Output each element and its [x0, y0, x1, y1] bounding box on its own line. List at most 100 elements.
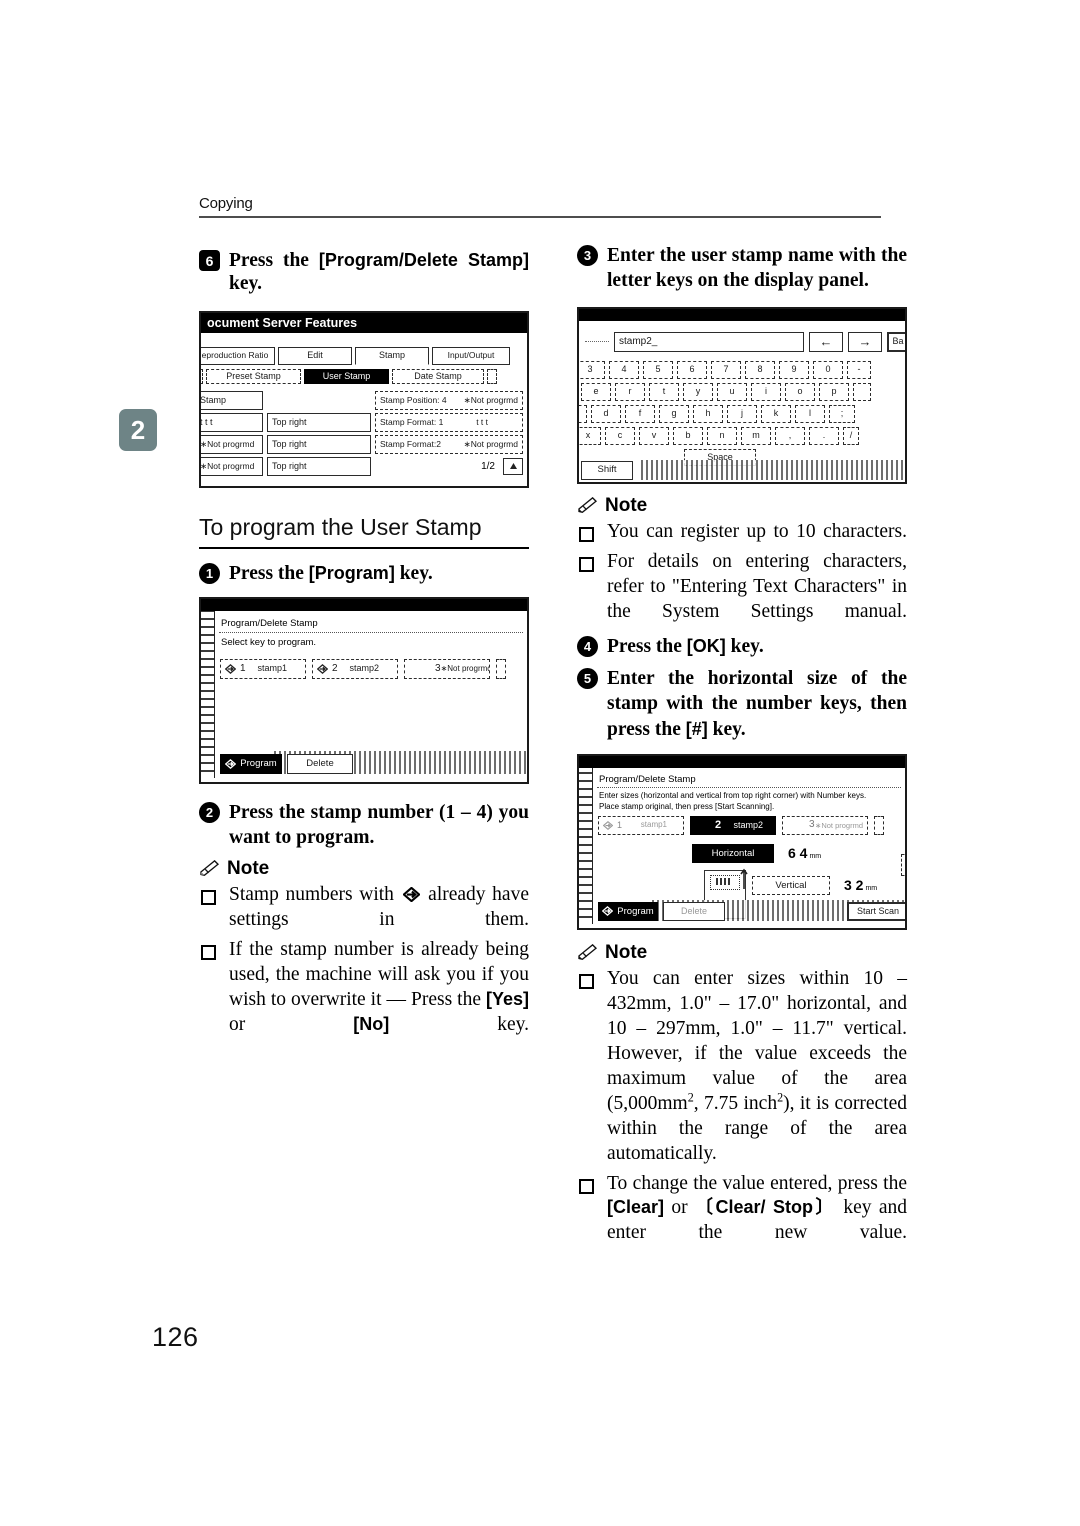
backspace-key[interactable]: Ba	[887, 331, 905, 352]
step-text-before: Press the	[607, 635, 687, 657]
key-0[interactable]: 0	[813, 360, 843, 379]
step-text-after: key.	[725, 635, 764, 657]
key-o[interactable]: o	[785, 382, 815, 401]
key-comma[interactable]: ,	[775, 426, 805, 445]
key-9[interactable]: 9	[779, 360, 809, 379]
program-button[interactable]: Program	[220, 753, 282, 774]
key-c[interactable]: c	[605, 426, 635, 445]
tab-stamp[interactable]: Stamp	[355, 346, 429, 365]
tab-edit[interactable]: Edit	[278, 346, 352, 365]
subtab-user-stamp[interactable]: User Stamp	[304, 368, 389, 384]
key-4[interactable]: 4	[609, 360, 639, 379]
subtab-scroll-right[interactable]	[487, 368, 497, 384]
key-h[interactable]: h	[693, 404, 723, 423]
stamp-name-input[interactable]: stamp2_	[614, 331, 804, 352]
stamp-key-3[interactable]: 3 ∗Not progrmd	[404, 658, 490, 679]
subtab-preset-stamp[interactable]: Preset Stamp	[206, 368, 301, 384]
bullet-box-icon	[579, 526, 594, 542]
program-button-label: Program	[617, 905, 654, 917]
stamp-key-3[interactable]: 3 ∗Not progrmd	[782, 815, 868, 835]
key-y[interactable]: y	[683, 382, 713, 401]
stamp-text-cell[interactable]: t t t	[201, 412, 263, 432]
key-r[interactable]: r	[615, 382, 645, 401]
side-scroll-key[interactable]	[901, 853, 905, 876]
key-slash[interactable]: /	[843, 426, 859, 445]
step-badge: 2	[199, 801, 220, 823]
key-7[interactable]: 7	[711, 360, 741, 379]
stamp-name-value: stamp2_	[619, 335, 658, 347]
delete-button[interactable]: Delete	[663, 901, 725, 921]
key-3[interactable]: 3	[579, 360, 605, 379]
subtab-date-stamp[interactable]: Date Stamp	[392, 368, 484, 384]
tab-reproduction-ratio[interactable]: eproduction Ratio	[201, 346, 275, 365]
key-period[interactable]: .	[809, 426, 839, 445]
cursor-left-icon[interactable]: ←	[809, 331, 843, 352]
key-6[interactable]: 6	[677, 360, 707, 379]
cursor-right-icon[interactable]: →	[848, 331, 882, 352]
stamp-key-number: 1	[240, 662, 246, 674]
horizontal-button[interactable]: Horizontal	[692, 843, 774, 863]
stamp-position-cell[interactable]: Stamp Position: 4 ∗Not progrmd	[375, 390, 523, 410]
stamp-key-1[interactable]: 1 stamp1	[220, 658, 306, 679]
key-g[interactable]: g	[659, 404, 689, 423]
key-i[interactable]: i	[751, 382, 781, 401]
key-e[interactable]: e	[581, 382, 611, 401]
key-5[interactable]: 5	[643, 360, 673, 379]
tab-input-output[interactable]: Input/Output	[432, 346, 510, 365]
row-scroll-right[interactable]	[527, 413, 529, 432]
key-hyphen[interactable]: -	[847, 360, 871, 379]
stamp-key-scroll[interactable]	[874, 815, 884, 835]
delete-button[interactable]: Delete	[287, 753, 353, 774]
row-scroll-right[interactable]	[527, 435, 529, 454]
running-head-label: Copying	[199, 195, 253, 212]
start-scanning-button[interactable]: Start Scan	[847, 901, 905, 921]
figure-stamp-sizes: Program/Delete Stamp Enter sizes (horizo…	[577, 753, 907, 930]
key-semicolon[interactable]: ;	[829, 404, 855, 423]
key-a-partial[interactable]	[579, 404, 587, 423]
key-l[interactable]: l	[795, 404, 825, 423]
stamp-pos-cell[interactable]: Top right	[267, 412, 371, 432]
panel-title-rule	[597, 786, 901, 789]
stamp-text-cell[interactable]: ∗Not progrmd	[201, 434, 263, 454]
bullet-box-icon	[579, 556, 594, 572]
row-scroll-right[interactable]	[527, 391, 529, 410]
stamp-key-2[interactable]: 2 stamp2	[312, 658, 398, 679]
stamp-key-number: 2	[332, 662, 338, 674]
key-k[interactable]: k	[761, 404, 791, 423]
stamp-key-scroll[interactable]	[496, 658, 506, 679]
key-p[interactable]: p	[819, 382, 849, 401]
key-x[interactable]: x	[579, 426, 601, 445]
stamp-pos-cell[interactable]: Top right	[267, 456, 371, 476]
key-b[interactable]: b	[673, 426, 703, 445]
panel-title-rule	[219, 631, 523, 634]
key-d[interactable]: d	[591, 404, 621, 423]
key-t[interactable]: t	[649, 382, 679, 401]
key-m[interactable]: m	[741, 426, 771, 445]
key-u[interactable]: u	[717, 382, 747, 401]
stamp-key-1[interactable]: 1 stamp1	[598, 815, 684, 835]
stamp-pos-cell[interactable]: Top right	[267, 434, 371, 454]
settings-row: t t t Top right Stamp Format: 1 t t t	[201, 412, 529, 432]
key-v[interactable]: v	[639, 426, 669, 445]
triangle-up-icon[interactable]	[503, 457, 523, 475]
figure-body: Program/Delete Stamp Enter sizes (horizo…	[579, 767, 905, 924]
stamp-format2-cell[interactable]: Stamp Format:2 ∗Not progrmd	[375, 434, 523, 454]
stamp-format1-cell[interactable]: Stamp Format: 1 t t t	[375, 412, 523, 432]
subtab-scroll-left[interactable]	[201, 368, 203, 384]
keyboard-row-bottom: x c v b n m , . /	[579, 426, 905, 445]
program-button[interactable]: Program	[598, 901, 658, 921]
stamp-key-2[interactable]: 2 stamp2	[690, 815, 776, 835]
key-j[interactable]: j	[727, 404, 757, 423]
vertical-button[interactable]: Vertical	[752, 875, 830, 895]
stamp-label-cell[interactable]: Stamp	[201, 390, 263, 410]
stamp-text-cell[interactable]: ∗Not progrmd	[201, 456, 263, 476]
shift-key[interactable]: Shift	[581, 460, 633, 480]
stamp-key-name: stamp1	[640, 820, 667, 830]
figure-titlebar	[201, 598, 527, 611]
key-n[interactable]: n	[707, 426, 737, 445]
key-f[interactable]: f	[625, 404, 655, 423]
stamp-format1-label: Stamp Format: 1	[380, 416, 444, 427]
key-bracket[interactable]	[853, 382, 871, 401]
step-text: Press the stamp number (1 – 4) you want …	[229, 801, 529, 848]
key-8[interactable]: 8	[745, 360, 775, 379]
